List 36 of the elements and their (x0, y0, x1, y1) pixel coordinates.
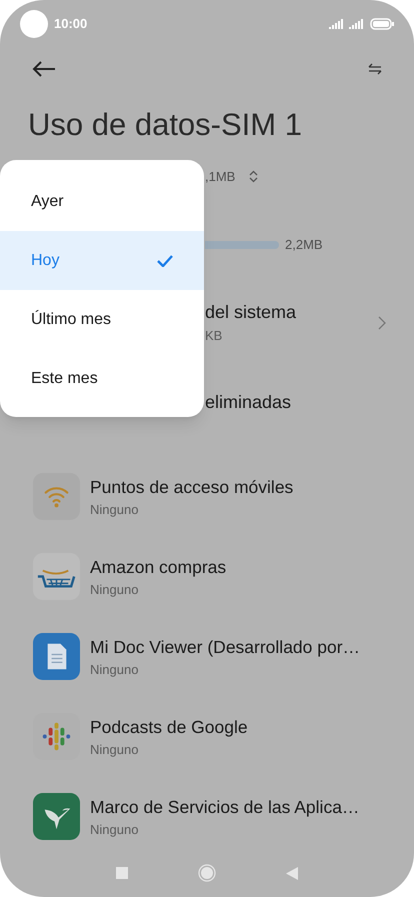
signal-icon (349, 19, 365, 29)
chevron-right-icon[interactable] (378, 316, 386, 330)
signal-icon (329, 19, 345, 29)
app-name: Puntos de acceso móviles (90, 476, 294, 499)
app-usage: Ninguno (90, 660, 140, 679)
hummingbird-icon (33, 793, 80, 840)
menu-item[interactable]: Último mes (0, 290, 204, 349)
wifi-icon (33, 473, 80, 520)
status-time: 10:00 (54, 15, 88, 34)
usage-label: 2,2MB (285, 236, 323, 254)
app-usage: Ninguno (90, 500, 140, 519)
home-button[interactable] (198, 864, 216, 882)
back-arrow-icon[interactable] (32, 60, 56, 78)
up-down-icon[interactable] (249, 170, 258, 183)
app-name: Mi Doc Viewer (Desarrollado por… (90, 636, 362, 659)
swap-icon[interactable] (368, 63, 382, 75)
row-title: del sistema (205, 301, 298, 324)
row-title: eliminadas (205, 391, 292, 414)
app-name: Podcasts de Google (90, 716, 249, 739)
menu-item[interactable]: Este mes (0, 349, 204, 408)
app-name: Marco de Servicios de las Aplica… (90, 796, 360, 819)
app-usage: Ninguno (90, 820, 140, 839)
shopping-cart-icon (33, 553, 80, 600)
app-usage: Ninguno (90, 740, 140, 759)
row-subtitle: KB (205, 327, 224, 346)
menu-item[interactable]: Hoy (0, 231, 204, 290)
total-usage: ,1MB (205, 168, 236, 186)
check-icon (157, 254, 173, 266)
battery-icon (370, 18, 394, 30)
app-usage: Ninguno (90, 580, 140, 599)
page-title: Uso de datos-SIM 1 (28, 106, 303, 144)
camera-cutout (20, 10, 48, 38)
back-button[interactable] (286, 866, 298, 880)
app-name: Amazon compras (90, 556, 228, 579)
document-icon (33, 633, 80, 680)
menu-item[interactable]: Ayer (0, 172, 204, 231)
